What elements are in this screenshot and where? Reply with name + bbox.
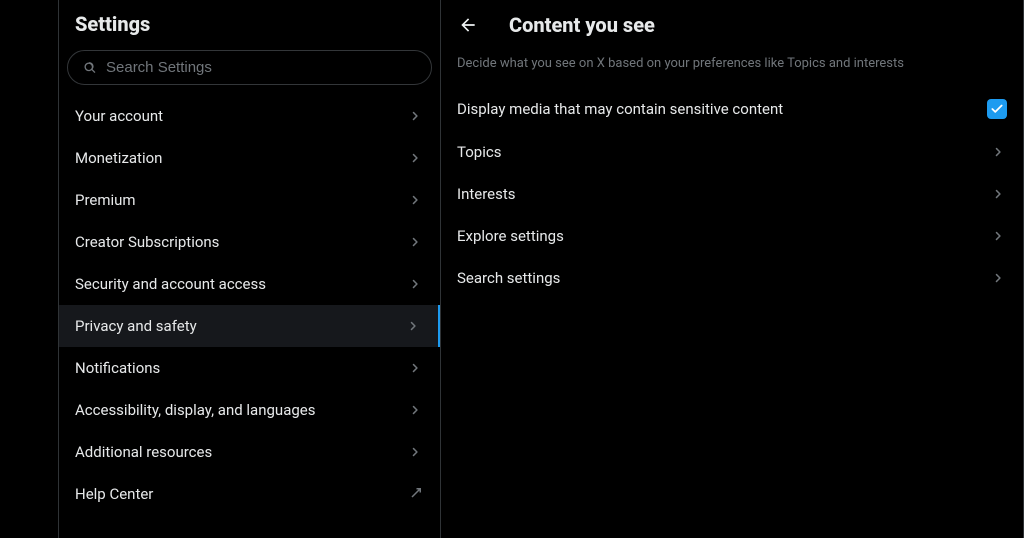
nav-label: Privacy and safety <box>75 317 197 335</box>
nav-item-premium[interactable]: Premium <box>59 179 440 221</box>
chevron-right-icon <box>989 185 1007 203</box>
chevron-right-icon <box>404 317 422 335</box>
setting-label: Search settings <box>457 269 560 287</box>
setting-label: Explore settings <box>457 227 564 245</box>
nav-item-notifications[interactable]: Notifications <box>59 347 440 389</box>
arrow-left-icon <box>458 15 478 35</box>
back-button[interactable] <box>451 8 485 42</box>
chevron-right-icon <box>406 191 424 209</box>
nav-item-security-account-access[interactable]: Security and account access <box>59 263 440 305</box>
checkbox-checked[interactable] <box>987 99 1007 119</box>
setting-sensitive-media[interactable]: Display media that may contain sensitive… <box>441 87 1023 131</box>
setting-label: Display media that may contain sensitive… <box>457 100 783 118</box>
nav-label: Accessibility, display, and languages <box>75 401 315 419</box>
nav-item-monetization[interactable]: Monetization <box>59 137 440 179</box>
nav-label: Creator Subscriptions <box>75 233 219 251</box>
nav-item-creator-subscriptions[interactable]: Creator Subscriptions <box>59 221 440 263</box>
setting-topics[interactable]: Topics <box>441 131 1023 173</box>
nav-item-help-center[interactable]: Help Center <box>59 473 440 515</box>
nav-label: Your account <box>75 107 163 125</box>
chevron-right-icon <box>406 401 424 419</box>
search-box[interactable] <box>67 50 432 85</box>
nav-label: Premium <box>75 191 136 209</box>
nav-label: Security and account access <box>75 275 266 293</box>
search-icon <box>82 60 98 76</box>
content-panel: Content you see Decide what you see on X… <box>441 0 1024 538</box>
nav-label: Monetization <box>75 149 162 167</box>
nav-label: Additional resources <box>75 443 212 461</box>
chevron-right-icon <box>406 149 424 167</box>
search-container <box>59 44 440 95</box>
content-title: Content you see <box>509 13 655 37</box>
chevron-right-icon <box>406 233 424 251</box>
app-left-gutter <box>0 0 59 538</box>
setting-interests[interactable]: Interests <box>441 173 1023 215</box>
nav-item-additional-resources[interactable]: Additional resources <box>59 431 440 473</box>
sidebar-header: Settings <box>59 0 440 44</box>
content-list: Display media that may contain sensitive… <box>441 87 1023 299</box>
setting-explore[interactable]: Explore settings <box>441 215 1023 257</box>
external-link-icon <box>406 485 424 503</box>
nav-item-privacy-safety[interactable]: Privacy and safety <box>59 305 440 347</box>
chevron-right-icon <box>989 227 1007 245</box>
check-icon <box>990 102 1004 116</box>
chevron-right-icon <box>406 275 424 293</box>
settings-nav-list: Your account Monetization Premium Creato… <box>59 95 440 515</box>
search-input[interactable] <box>106 59 417 76</box>
nav-item-accessibility[interactable]: Accessibility, display, and languages <box>59 389 440 431</box>
setting-label: Topics <box>457 143 501 161</box>
setting-label: Interests <box>457 185 516 203</box>
nav-item-your-account[interactable]: Your account <box>59 95 440 137</box>
chevron-right-icon <box>406 443 424 461</box>
chevron-right-icon <box>406 359 424 377</box>
chevron-right-icon <box>989 269 1007 287</box>
nav-label: Help Center <box>75 485 153 503</box>
chevron-right-icon <box>989 143 1007 161</box>
chevron-right-icon <box>406 107 424 125</box>
content-description: Decide what you see on X based on your p… <box>441 48 1023 87</box>
setting-search[interactable]: Search settings <box>441 257 1023 299</box>
settings-title: Settings <box>75 12 424 36</box>
content-header: Content you see <box>441 0 1023 48</box>
nav-label: Notifications <box>75 359 160 377</box>
settings-sidebar: Settings Your account Monetization Premi… <box>59 0 441 538</box>
